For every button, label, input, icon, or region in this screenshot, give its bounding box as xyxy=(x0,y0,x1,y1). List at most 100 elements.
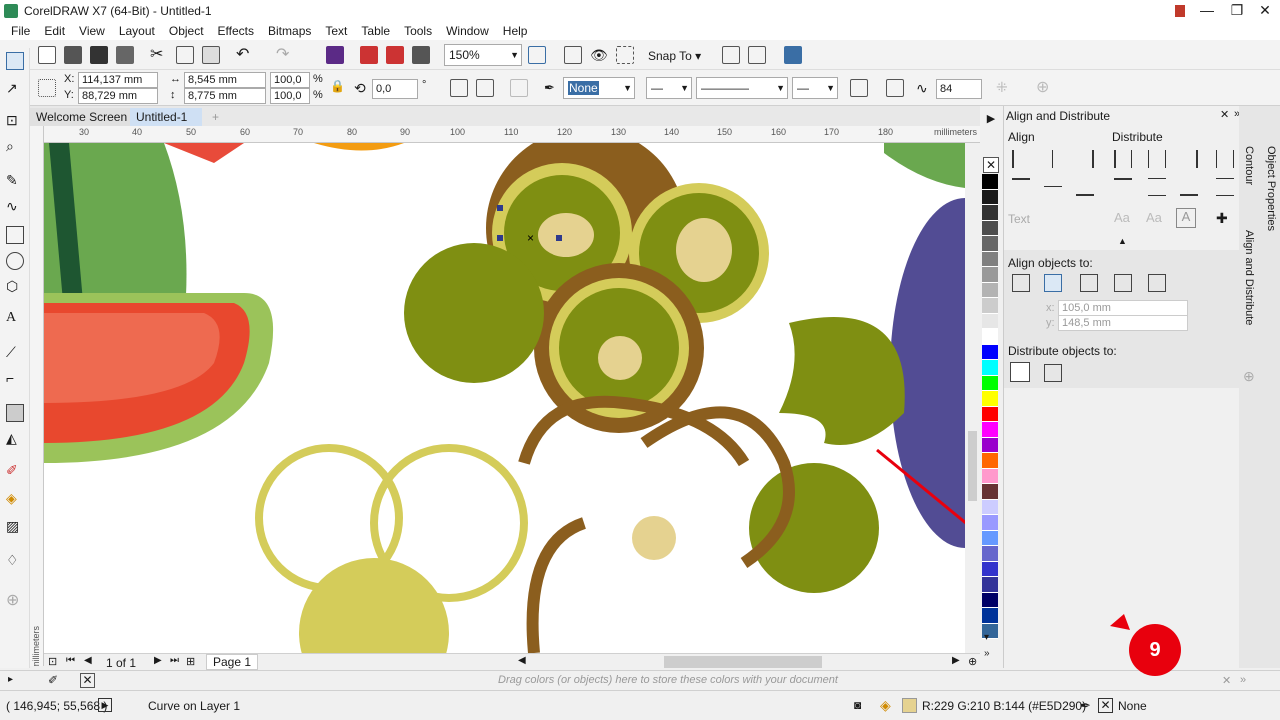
next-page-icon[interactable]: ▶ xyxy=(154,655,162,666)
print-icon[interactable] xyxy=(116,46,134,64)
color-palette[interactable] xyxy=(982,174,1000,654)
first-page-icon[interactable]: ⏮ xyxy=(66,655,75,666)
align-to-point-icon[interactable] xyxy=(1148,274,1166,292)
palette-swatch[interactable] xyxy=(982,484,998,500)
palette-swatch[interactable] xyxy=(982,313,998,329)
align-to-page-center-icon[interactable] xyxy=(1080,274,1098,292)
parallel-dimension-icon[interactable]: ⟋ xyxy=(6,344,24,362)
distribute-bottom-icon[interactable] xyxy=(1180,178,1198,196)
zoom-level-dropdown[interactable]: 150% ▼ xyxy=(444,44,522,66)
add-page-icon[interactable]: ⊞ xyxy=(186,655,195,668)
grape-bitten[interactable] xyxy=(779,317,905,445)
view-icon[interactable]: 👁 xyxy=(590,46,608,64)
smart-fill-icon[interactable]: ▨ xyxy=(6,518,24,536)
palette-swatch[interactable] xyxy=(982,360,998,376)
palette-swatch[interactable] xyxy=(982,546,998,562)
tab-object-properties[interactable]: Object Properties xyxy=(1265,146,1277,231)
tab-welcome-screen[interactable]: Welcome Screen xyxy=(30,108,134,126)
interactive-fill-icon[interactable]: ◈ xyxy=(6,490,24,508)
text-bounding-box-icon[interactable]: A xyxy=(1176,208,1196,228)
freehand-tool-icon[interactable]: ✎ xyxy=(6,172,24,190)
menu-bitmaps[interactable]: Bitmaps xyxy=(261,24,318,38)
export-icon[interactable] xyxy=(386,46,404,64)
menu-help[interactable]: Help xyxy=(496,24,535,38)
palette-swatch[interactable] xyxy=(982,437,998,453)
grape-seed[interactable] xyxy=(632,516,676,560)
outline-tool-icon[interactable]: ♢ xyxy=(6,552,24,570)
vertical-ruler[interactable]: millimeters xyxy=(30,126,44,666)
menu-file[interactable]: File xyxy=(4,24,37,38)
rotation-angle-input[interactable]: 0,0 xyxy=(372,79,418,99)
berry-top[interactable] xyxy=(164,143,244,163)
lock-ratio-icon[interactable]: 🔒 xyxy=(330,79,348,97)
menu-view[interactable]: View xyxy=(72,24,112,38)
orange-peel[interactable] xyxy=(314,143,404,151)
polygon-tool-icon[interactable]: ⬡ xyxy=(6,278,24,296)
palette-swatch[interactable] xyxy=(982,267,998,283)
scale-y-input[interactable]: 100,0 xyxy=(270,88,310,104)
fill-dropdown[interactable]: None ▼ xyxy=(563,77,635,99)
navigator-icon[interactable]: ⊕ xyxy=(968,655,977,668)
palette-swatch[interactable] xyxy=(982,251,998,267)
distribute-to-page-icon[interactable] xyxy=(1044,364,1062,382)
combine-icon[interactable] xyxy=(510,79,528,97)
text-tool-icon[interactable]: A xyxy=(6,310,24,328)
zoom-page-icon[interactable] xyxy=(528,46,546,64)
distribute-right-icon[interactable] xyxy=(1180,150,1198,168)
palette-swatch[interactable] xyxy=(982,375,998,391)
page-options-icon[interactable]: ⊡ xyxy=(48,655,57,668)
align-top-icon[interactable] xyxy=(1012,178,1030,196)
palette-swatch[interactable] xyxy=(982,344,998,360)
menu-effects[interactable]: Effects xyxy=(211,24,261,38)
object-width-input[interactable]: 8,545 mm xyxy=(184,72,266,88)
ellipse-tool-icon[interactable] xyxy=(6,252,24,270)
snap-icon[interactable]: ⁜ xyxy=(996,79,1014,97)
document-palette-bar[interactable]: ▸ ✐ ✕ Drag colors (or objects) here to s… xyxy=(0,670,1280,690)
leaf-top-right[interactable] xyxy=(884,143,965,188)
options-icon[interactable] xyxy=(722,46,740,64)
horizontal-ruler[interactable]: 30 40 50 60 70 80 90 100 110 120 130 140… xyxy=(44,126,980,143)
palette-swatch[interactable] xyxy=(982,205,998,221)
menu-tools[interactable]: Tools xyxy=(397,24,439,38)
scroll-left-icon[interactable]: ◀ xyxy=(518,655,526,666)
outline-none-icon[interactable]: ✕ xyxy=(1098,698,1113,713)
add-docker-icon[interactable]: ⊕ xyxy=(1243,368,1255,385)
artistic-media-icon[interactable]: ∿ xyxy=(6,198,24,216)
new-tab-icon[interactable]: + xyxy=(206,108,225,126)
grape-seed[interactable] xyxy=(676,218,732,282)
connector-icon[interactable]: ⌐ xyxy=(6,370,24,388)
text-align-last-icon[interactable]: Aa xyxy=(1146,210,1164,228)
palette-swatch[interactable] xyxy=(982,422,998,438)
scale-x-input[interactable]: 100,0 xyxy=(270,72,310,88)
color-proof-icon[interactable]: ◙ xyxy=(854,698,861,712)
tab-contour[interactable]: Contour xyxy=(1243,146,1255,185)
grape-green[interactable] xyxy=(749,463,879,593)
distribute-to-selection-icon[interactable] xyxy=(1010,362,1030,382)
palette-swatch[interactable] xyxy=(982,530,998,546)
line-style-dropdown[interactable]: ———— ▼ xyxy=(696,77,788,99)
text-outline-icon[interactable]: ✚ xyxy=(1216,210,1234,228)
distribute-middle-icon[interactable] xyxy=(1148,178,1166,196)
selection-handle[interactable] xyxy=(556,235,562,241)
grape-seed[interactable] xyxy=(598,336,642,380)
collapse-arrow-icon[interactable]: ▲ xyxy=(1118,236,1127,246)
docker-close-icon[interactable]: ✕ xyxy=(1220,108,1229,121)
eyedropper-icon[interactable]: ✐ xyxy=(48,673,58,687)
grape-yellow[interactable] xyxy=(299,558,449,653)
palette-swatch[interactable] xyxy=(982,282,998,298)
align-left-icon[interactable] xyxy=(1012,150,1030,168)
distribute-top-icon[interactable] xyxy=(1114,178,1132,196)
last-page-icon[interactable]: ⏭ xyxy=(170,655,179,666)
smoothing-input[interactable]: 84 xyxy=(936,79,982,99)
object-height-input[interactable]: 8,775 mm xyxy=(184,88,266,104)
object-origin-icon[interactable] xyxy=(38,79,56,97)
open-icon[interactable] xyxy=(64,46,82,64)
new-document-icon[interactable] xyxy=(38,46,56,64)
align-y-input[interactable]: 148,5 mm xyxy=(1058,315,1188,331)
palette-swatch[interactable] xyxy=(982,236,998,252)
horizontal-scroll-thumb[interactable] xyxy=(664,656,822,668)
text-align-first-icon[interactable]: Aa xyxy=(1114,210,1132,228)
palette-swatch[interactable] xyxy=(982,391,998,407)
palette-swatch[interactable] xyxy=(982,515,998,531)
grape-stem-arc[interactable] xyxy=(526,517,587,653)
